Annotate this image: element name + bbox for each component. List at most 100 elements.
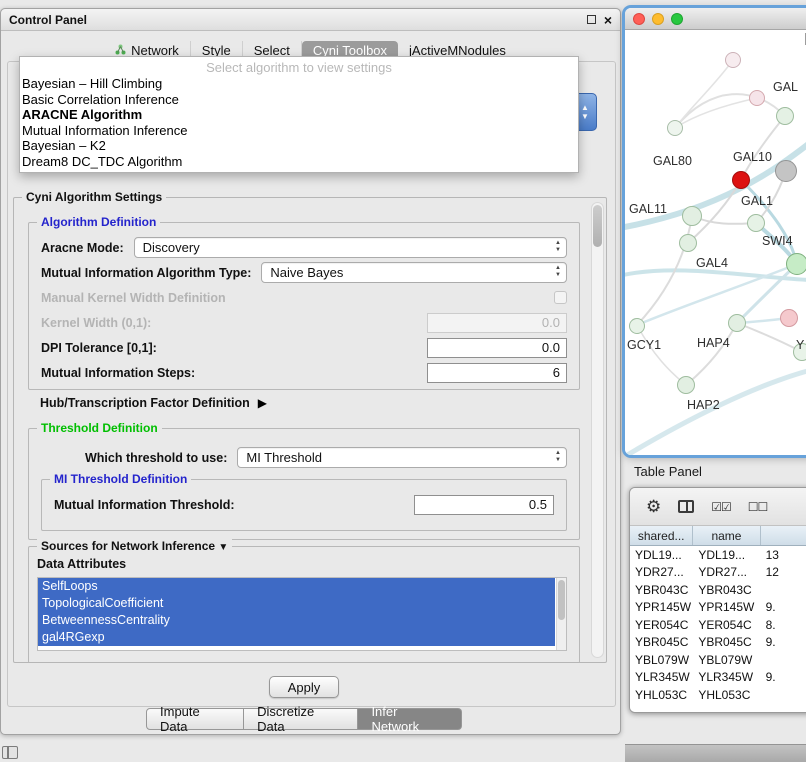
network-node[interactable] bbox=[775, 160, 797, 182]
attr-list-scrollbar[interactable] bbox=[556, 578, 566, 650]
algorithm-option[interactable]: ARACNE Algorithm bbox=[20, 107, 578, 123]
gear-icon[interactable]: ⚙ bbox=[646, 498, 661, 515]
hub-definition-toggle[interactable]: Hub/Transcription Factor Definition ▶ bbox=[40, 396, 267, 410]
mi-threshold-field[interactable]: 0.5 bbox=[414, 495, 554, 515]
network-node-hap4[interactable] bbox=[728, 314, 746, 332]
chevron-up-down-icon: ▲▼ bbox=[555, 265, 561, 279]
which-threshold-value: MI Threshold bbox=[246, 450, 322, 465]
network-node-gal10[interactable] bbox=[732, 171, 750, 189]
settings-scrollbar-thumb[interactable] bbox=[593, 205, 602, 247]
deselect-checkboxes-icon[interactable]: ☐☐ bbox=[748, 500, 768, 514]
table-row[interactable]: YDR27...YDR27...12 bbox=[630, 564, 806, 582]
threshold-definition-group: Threshold Definition Which threshold to … bbox=[28, 428, 580, 540]
table-cell: YHL053C bbox=[630, 686, 693, 704]
table-row[interactable]: YBR045CYBR045C9. bbox=[630, 634, 806, 652]
network-node[interactable] bbox=[780, 309, 798, 327]
algorithm-option[interactable]: Basic Correlation Inference bbox=[20, 92, 578, 108]
table-cell: YDL19... bbox=[693, 546, 760, 564]
table-cell: YHL053C bbox=[693, 686, 760, 704]
mi-type-label: Mutual Information Algorithm Type: bbox=[41, 266, 251, 280]
table-row[interactable]: YHL053CYHL053C bbox=[630, 686, 806, 704]
table-row[interactable]: YLR345WYLR345W9. bbox=[630, 669, 806, 687]
network-node[interactable] bbox=[749, 90, 765, 106]
table-cell: YBR045C bbox=[630, 634, 693, 652]
tab-impute-data[interactable]: Impute Data bbox=[146, 708, 244, 730]
tab-discretize-data[interactable]: Discretize Data bbox=[244, 708, 358, 730]
network-node-gal11[interactable] bbox=[682, 206, 702, 226]
tab-infer-network[interactable]: Infer Network bbox=[358, 708, 462, 730]
column-header-shared[interactable]: shared... bbox=[630, 526, 693, 545]
control-panel-title: Control Panel bbox=[9, 13, 587, 27]
algorithm-menu: Select algorithm to view settings Bayesi… bbox=[19, 56, 579, 173]
bottom-tab-bar: Impute Data Discretize Data Infer Networ… bbox=[146, 708, 462, 730]
table-row[interactable]: YBL079WYBL079W bbox=[630, 651, 806, 669]
network-canvas[interactable]: GALGAL80GAL10GAL11GAL1SWI4GAL4GCY1HAP4YH… bbox=[625, 30, 806, 455]
algorithm-menu-header: Select algorithm to view settings bbox=[20, 59, 578, 76]
float-window-icon[interactable] bbox=[587, 15, 596, 24]
data-attribute-item[interactable]: SelfLoops bbox=[38, 578, 555, 595]
dpi-tolerance-field[interactable]: 0.0 bbox=[427, 338, 567, 358]
docked-panel-icon[interactable] bbox=[2, 746, 18, 759]
which-threshold-select[interactable]: MI Threshold ▲▼ bbox=[237, 447, 567, 468]
apply-button[interactable]: Apply bbox=[269, 676, 339, 698]
data-attribute-item[interactable]: BetweennessCentrality bbox=[38, 612, 555, 629]
kernel-width-field[interactable]: 0.0 bbox=[427, 313, 567, 333]
table-cell bbox=[761, 581, 806, 599]
zoom-traffic-light[interactable] bbox=[671, 13, 683, 25]
control-panel-titlebar: Control Panel × bbox=[1, 9, 620, 31]
settings-scrollbar[interactable] bbox=[591, 202, 604, 658]
mi-threshold-row: Mutual Information Threshold: 0.5 bbox=[42, 492, 566, 517]
data-attribute-item[interactable]: TopologicalCoefficient bbox=[38, 595, 555, 612]
select-all-checkboxes-icon[interactable]: ☑☑ bbox=[711, 500, 731, 514]
mi-threshold-group: MI Threshold Definition Mutual Informati… bbox=[41, 479, 567, 531]
algorithm-option[interactable]: Bayesian – Hill Climbing bbox=[20, 76, 578, 92]
node-label: SWI4 bbox=[762, 234, 793, 248]
mi-type-select[interactable]: Naive Bayes ▲▼ bbox=[261, 262, 567, 283]
minimize-traffic-light[interactable] bbox=[652, 13, 664, 25]
table-header: shared... name bbox=[630, 526, 806, 546]
mi-threshold-label: Mutual Information Threshold: bbox=[54, 498, 235, 512]
mi-steps-field[interactable]: 6 bbox=[427, 363, 567, 383]
manual-kernel-row: Manual Kernel Width Definition bbox=[29, 285, 579, 310]
manual-kernel-checkbox[interactable] bbox=[554, 291, 567, 304]
close-traffic-light[interactable] bbox=[633, 13, 645, 25]
algorithm-option[interactable]: Mutual Information Inference bbox=[20, 123, 578, 139]
algorithm-option[interactable]: Dream8 DC_TDC Algorithm bbox=[20, 154, 578, 170]
sources-legend[interactable]: Sources for Network Inference ▼ bbox=[37, 539, 232, 553]
mi-threshold-legend: MI Threshold Definition bbox=[50, 472, 191, 486]
data-attribute-item[interactable]: gal4RGexp bbox=[38, 629, 555, 646]
control-panel-window: Control Panel × Network Style Select Cyn… bbox=[0, 8, 621, 735]
network-node-gcy1[interactable] bbox=[629, 318, 645, 334]
node-label: GAL1 bbox=[741, 194, 773, 208]
table-cell: YBR043C bbox=[693, 581, 760, 599]
aracne-mode-label: Aracne Mode: bbox=[41, 241, 124, 255]
network-node-gal4[interactable] bbox=[679, 234, 697, 252]
aracne-mode-value: Discovery bbox=[143, 240, 200, 255]
algorithm-option[interactable]: Bayesian – K2 bbox=[20, 138, 578, 154]
mi-type-row: Mutual Information Algorithm Type: Naive… bbox=[29, 260, 579, 285]
network-node-hap2[interactable] bbox=[677, 376, 695, 394]
close-icon[interactable]: × bbox=[604, 13, 612, 27]
table-row[interactable]: YPR145WYPR145W9. bbox=[630, 599, 806, 617]
network-node-swi4[interactable] bbox=[786, 253, 806, 275]
table-cell: YER054C bbox=[630, 616, 693, 634]
network-node-gal1[interactable] bbox=[747, 214, 765, 232]
columns-icon[interactable] bbox=[678, 500, 694, 513]
threshold-definition-legend: Threshold Definition bbox=[37, 421, 162, 435]
data-attributes-label: Data Attributes bbox=[37, 557, 126, 571]
data-attributes-list[interactable]: SelfLoopsTopologicalCoefficientBetweenne… bbox=[37, 577, 567, 651]
column-header-extra[interactable] bbox=[761, 526, 806, 545]
hub-definition-label: Hub/Transcription Factor Definition bbox=[40, 396, 250, 410]
column-header-name[interactable]: name bbox=[693, 526, 760, 545]
table-cell: YBL079W bbox=[630, 651, 693, 669]
network-node-gal[interactable] bbox=[776, 107, 794, 125]
network-node-gal80[interactable] bbox=[667, 120, 683, 136]
table-row[interactable]: YDL19...YDL19...13 bbox=[630, 546, 806, 564]
aracne-mode-select[interactable]: Discovery ▲▼ bbox=[134, 237, 567, 258]
table-row[interactable]: YBR043CYBR043C bbox=[630, 581, 806, 599]
table-panel-window: ⚙ ☑☑ ☐☐ shared... name YDL19...YDL19...1… bbox=[629, 487, 806, 713]
table-row[interactable]: YER054CYER054C8. bbox=[630, 616, 806, 634]
table-cell: 9. bbox=[761, 599, 806, 617]
algorithm-option-list: Bayesian – Hill ClimbingBasic Correlatio… bbox=[20, 76, 578, 170]
network-node[interactable] bbox=[725, 52, 741, 68]
